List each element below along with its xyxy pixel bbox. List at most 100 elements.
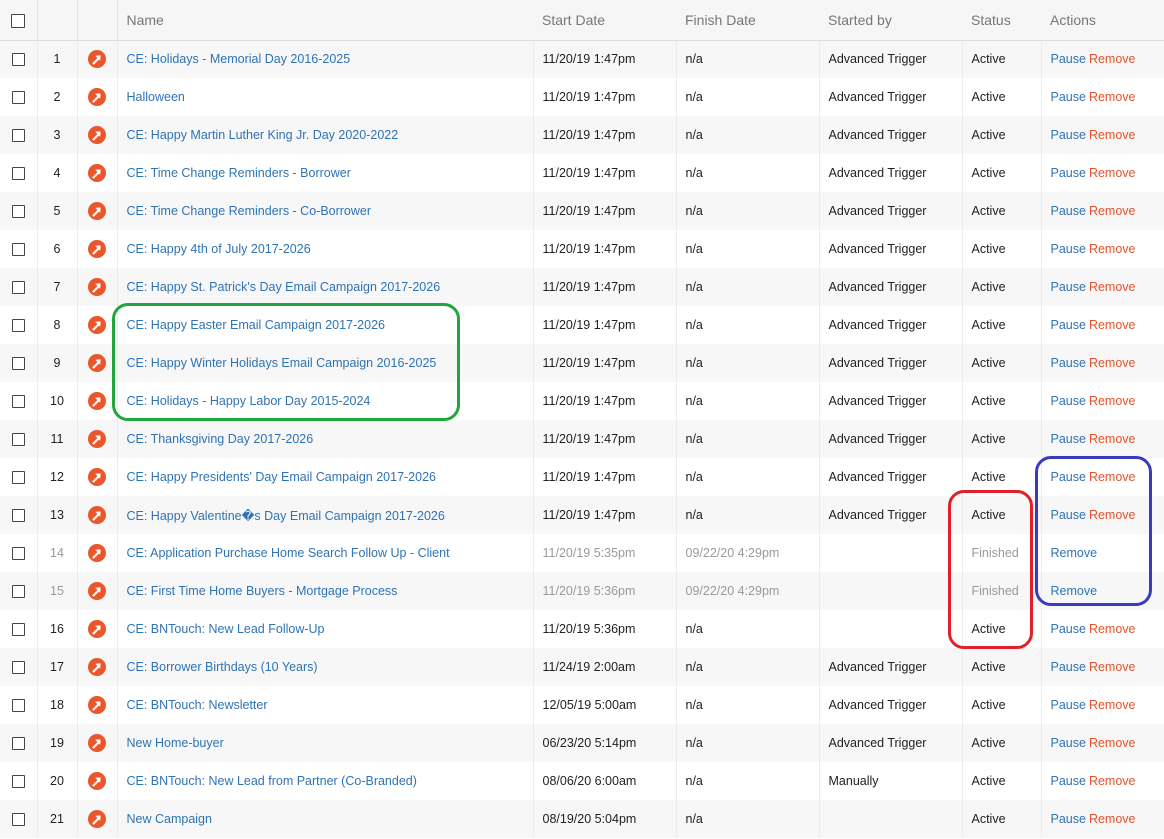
pause-link[interactable]: Pause — [1051, 470, 1086, 484]
remove-link[interactable]: Remove — [1089, 394, 1136, 408]
remove-link[interactable]: Remove — [1089, 318, 1136, 332]
campaign-arrow-icon[interactable] — [88, 392, 106, 410]
campaign-name-link[interactable]: CE: First Time Home Buyers - Mortgage Pr… — [127, 584, 398, 598]
select-all-checkbox[interactable] — [11, 13, 26, 28]
pause-link[interactable]: Pause — [1051, 166, 1086, 180]
remove-link[interactable]: Remove — [1051, 584, 1098, 598]
remove-link[interactable]: Remove — [1089, 356, 1136, 370]
campaign-arrow-icon[interactable] — [88, 88, 106, 106]
pause-link[interactable]: Pause — [1051, 736, 1086, 750]
campaign-name-link[interactable]: New Campaign — [127, 812, 212, 826]
remove-link[interactable]: Remove — [1089, 660, 1136, 674]
pause-link[interactable]: Pause — [1051, 774, 1086, 788]
header-finish-date[interactable]: Finish Date — [676, 0, 819, 41]
campaign-name-link[interactable]: CE: BNTouch: New Lead from Partner (Co-B… — [127, 774, 417, 788]
header-start-date[interactable]: Start Date — [533, 0, 676, 41]
remove-link[interactable]: Remove — [1089, 90, 1136, 104]
campaign-arrow-icon[interactable] — [88, 316, 106, 334]
row-checkbox[interactable] — [11, 205, 25, 219]
campaign-name-link[interactable]: CE: BNTouch: Newsletter — [127, 698, 268, 712]
campaign-arrow-icon[interactable] — [88, 810, 106, 828]
campaign-arrow-icon[interactable] — [88, 506, 106, 524]
row-checkbox[interactable] — [11, 585, 25, 599]
campaign-arrow-icon[interactable] — [88, 734, 106, 752]
pause-link[interactable]: Pause — [1051, 812, 1086, 826]
campaign-name-link[interactable]: CE: BNTouch: New Lead Follow-Up — [127, 622, 325, 636]
pause-link[interactable]: Pause — [1051, 318, 1086, 332]
row-checkbox[interactable] — [11, 433, 25, 447]
campaign-arrow-icon[interactable] — [88, 50, 106, 69]
row-checkbox[interactable] — [11, 661, 25, 675]
row-checkbox[interactable] — [11, 699, 25, 713]
campaign-name-link[interactable]: Halloween — [127, 90, 185, 104]
row-checkbox[interactable] — [11, 281, 25, 295]
campaign-arrow-icon[interactable] — [88, 430, 106, 448]
row-checkbox[interactable] — [11, 129, 25, 143]
pause-link[interactable]: Pause — [1051, 394, 1086, 408]
campaign-arrow-icon[interactable] — [88, 620, 106, 638]
pause-link[interactable]: Pause — [1051, 622, 1086, 636]
campaign-arrow-icon[interactable] — [88, 202, 106, 220]
campaign-arrow-icon[interactable] — [88, 772, 106, 790]
campaign-name-link[interactable]: CE: Happy Martin Luther King Jr. Day 202… — [127, 128, 399, 142]
campaign-name-link[interactable]: CE: Borrower Birthdays (10 Years) — [127, 660, 318, 674]
campaign-name-link[interactable]: CE: Time Change Reminders - Borrower — [127, 166, 351, 180]
header-name[interactable]: Name — [117, 0, 533, 41]
campaign-name-link[interactable]: CE: Holidays - Happy Labor Day 2015-2024 — [127, 394, 371, 408]
remove-link[interactable]: Remove — [1089, 508, 1136, 522]
remove-link[interactable]: Remove — [1051, 546, 1098, 560]
campaign-name-link[interactable]: CE: Time Change Reminders - Co-Borrower — [127, 204, 372, 218]
header-started-by[interactable]: Started by — [819, 0, 962, 41]
pause-link[interactable]: Pause — [1051, 52, 1086, 66]
remove-link[interactable]: Remove — [1089, 698, 1136, 712]
campaign-arrow-icon[interactable] — [88, 544, 106, 562]
row-checkbox[interactable] — [11, 737, 25, 751]
campaign-arrow-icon[interactable] — [88, 354, 106, 372]
pause-link[interactable]: Pause — [1051, 280, 1086, 294]
pause-link[interactable]: Pause — [1051, 432, 1086, 446]
remove-link[interactable]: Remove — [1089, 736, 1136, 750]
campaign-name-link[interactable]: CE: Application Purchase Home Search Fol… — [127, 546, 450, 560]
remove-link[interactable]: Remove — [1089, 204, 1136, 218]
row-checkbox[interactable] — [11, 471, 25, 485]
row-checkbox[interactable] — [11, 357, 25, 371]
campaign-name-link[interactable]: CE: Holidays - Memorial Day 2016-2025 — [127, 52, 351, 66]
remove-link[interactable]: Remove — [1089, 128, 1136, 142]
row-checkbox[interactable] — [11, 53, 25, 67]
row-checkbox[interactable] — [11, 395, 25, 409]
row-checkbox[interactable] — [11, 509, 25, 523]
campaign-arrow-icon[interactable] — [88, 126, 106, 144]
remove-link[interactable]: Remove — [1089, 470, 1136, 484]
campaign-name-link[interactable]: CE: Happy 4th of July 2017-2026 — [127, 242, 311, 256]
campaign-name-link[interactable]: CE: Happy St. Patrick's Day Email Campai… — [127, 280, 441, 294]
campaign-arrow-icon[interactable] — [88, 582, 106, 600]
remove-link[interactable]: Remove — [1089, 622, 1136, 636]
row-checkbox[interactable] — [11, 91, 25, 105]
remove-link[interactable]: Remove — [1089, 774, 1136, 788]
pause-link[interactable]: Pause — [1051, 698, 1086, 712]
pause-link[interactable]: Pause — [1051, 128, 1086, 142]
pause-link[interactable]: Pause — [1051, 90, 1086, 104]
row-checkbox[interactable] — [11, 775, 25, 789]
remove-link[interactable]: Remove — [1089, 280, 1136, 294]
campaign-name-link[interactable]: CE: Happy Easter Email Campaign 2017-202… — [127, 318, 385, 332]
row-checkbox[interactable] — [11, 547, 25, 561]
pause-link[interactable]: Pause — [1051, 242, 1086, 256]
campaign-name-link[interactable]: CE: Happy Valentine�s Day Email Campaign… — [127, 509, 445, 523]
header-status[interactable]: Status — [962, 0, 1041, 41]
remove-link[interactable]: Remove — [1089, 166, 1136, 180]
row-checkbox[interactable] — [11, 623, 25, 637]
row-checkbox[interactable] — [11, 167, 25, 181]
campaign-arrow-icon[interactable] — [88, 240, 106, 258]
campaign-name-link[interactable]: CE: Thanksgiving Day 2017-2026 — [127, 432, 314, 446]
campaign-name-link[interactable]: CE: Happy Winter Holidays Email Campaign… — [127, 356, 437, 370]
campaign-arrow-icon[interactable] — [88, 658, 106, 676]
row-checkbox[interactable] — [11, 813, 25, 827]
pause-link[interactable]: Pause — [1051, 356, 1086, 370]
campaign-arrow-icon[interactable] — [88, 696, 106, 714]
pause-link[interactable]: Pause — [1051, 204, 1086, 218]
campaign-name-link[interactable]: New Home-buyer — [127, 736, 224, 750]
campaign-arrow-icon[interactable] — [88, 164, 106, 182]
row-checkbox[interactable] — [11, 319, 25, 333]
remove-link[interactable]: Remove — [1089, 432, 1136, 446]
